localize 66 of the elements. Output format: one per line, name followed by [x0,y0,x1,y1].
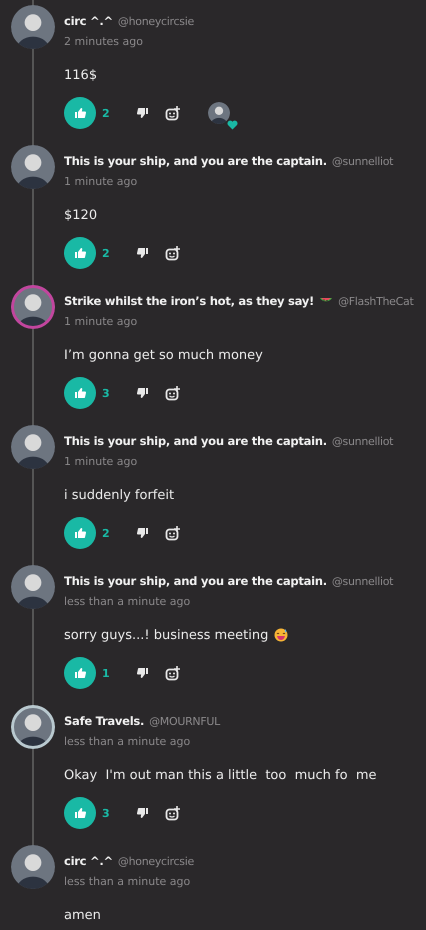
user-name[interactable]: This is your ship, and you are the captain. [64,574,327,588]
dislike-button[interactable] [136,247,149,259]
timestamp: 2 minutes ago [64,34,144,50]
user-handle[interactable]: @honeycircsie [118,854,194,868]
timestamp: 1 minute ago [64,454,138,470]
thumbs-up-icon [74,247,86,259]
add-reaction-button[interactable] [165,666,180,680]
thumbs-up-icon [74,807,86,819]
like-button[interactable] [64,797,96,829]
avatar [11,845,55,889]
dislike-button[interactable] [136,527,149,539]
comment-text: sorry guys...! business meeting [64,628,268,642]
reaction-avatar [208,102,230,124]
user-handle[interactable]: @sunnelliot [332,574,394,588]
thumbs-up-icon [74,387,86,399]
avatar [11,565,55,609]
dislike-button[interactable] [136,387,149,399]
timestamp: less than a minute ago [64,874,192,890]
dislike-button[interactable] [136,107,149,119]
like-count: 2 [102,106,111,120]
comment-text: i suddenly forfeit [64,488,174,502]
like-button[interactable] [64,97,96,129]
timestamp: 1 minute ago [64,314,138,330]
user-name[interactable]: circ ^.^ [64,854,113,868]
add-reaction-button[interactable] [165,386,180,400]
user-name[interactable]: This is your ship, and you are the captain. [64,154,327,168]
add-reaction-button[interactable] [165,106,180,120]
heart-icon [227,120,238,130]
thumbs-up-icon [74,527,86,539]
like-count: 2 [102,526,111,540]
avatar [11,5,55,49]
dislike-button[interactable] [136,667,149,679]
user-name[interactable]: Safe Travels. [64,714,144,728]
like-button[interactable] [64,237,96,269]
add-reaction-button[interactable] [165,806,180,820]
dislike-button[interactable] [136,807,149,819]
user-handle[interactable]: @honeycircsie [118,14,194,28]
user-name[interactable]: Strike whilst the iron’s hot, as they say! [64,294,314,308]
user-handle[interactable]: @sunnelliot [332,434,394,448]
user-handle[interactable]: @sunnelliot [332,154,394,168]
avatar [11,145,55,189]
user-handle[interactable]: @MOURNFUL [149,714,220,728]
like-count: 3 [102,806,111,820]
timestamp: 1 minute ago [64,174,138,190]
grinning-face-icon [274,628,288,642]
comment-text: $120 [64,208,98,222]
like-count: 2 [102,246,111,260]
thumbs-up-icon [74,107,86,119]
comment-text: I’m gonna get so much money [64,348,263,362]
user-name[interactable]: This is your ship, and you are the captain. [64,434,327,448]
comment-text: Okay I'm out man this a little too much fo me [64,768,376,782]
comment-text: amen [64,908,101,922]
add-reaction-button[interactable] [165,526,180,540]
like-count: 1 [102,666,111,680]
user-handle[interactable]: @FlashTheCat [338,294,414,308]
like-count: 3 [102,386,111,400]
add-reaction-button[interactable] [165,246,180,260]
comment-text: 116$ [64,68,98,82]
timestamp: less than a minute ago [64,594,192,610]
like-button[interactable] [64,657,96,689]
like-button[interactable] [64,377,96,409]
timestamp: less than a minute ago [64,734,192,750]
like-button[interactable] [64,517,96,549]
thumbs-up-icon [74,667,86,679]
user-name[interactable]: circ ^.^ [64,14,113,28]
avatar [11,425,55,469]
